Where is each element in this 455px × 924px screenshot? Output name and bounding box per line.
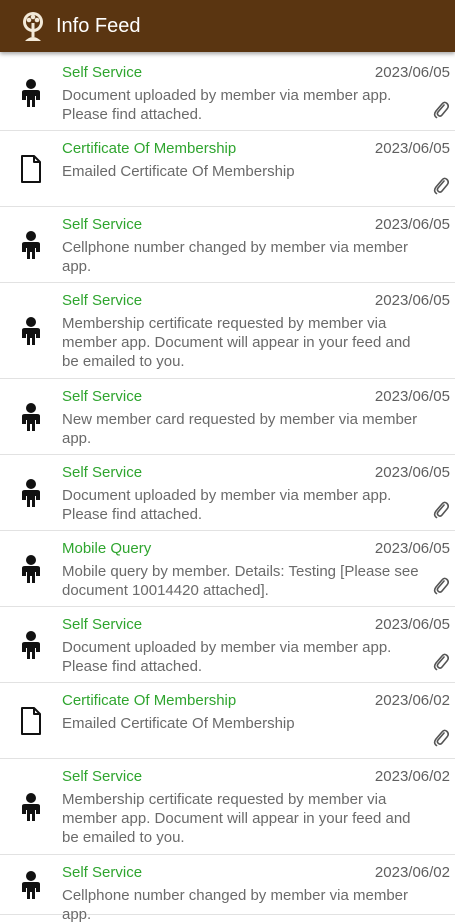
feed-item-title: Self Service [62, 388, 143, 405]
feed-item-title: Self Service [62, 464, 143, 481]
person-icon [18, 402, 44, 432]
feed-item-date: 2023/06/05 [374, 292, 450, 309]
feed-item-title: Self Service [62, 768, 143, 785]
feed-item-date: 2023/06/02 [374, 768, 450, 785]
feed-item-title: Self Service [62, 292, 143, 309]
feed-item-title: Self Service [62, 864, 143, 881]
page-title: Info Feed [56, 15, 141, 37]
feed-item-date: 2023/06/05 [374, 616, 450, 633]
feed-item-date: 2023/06/05 [374, 140, 450, 157]
person-icon [18, 316, 44, 346]
feed-item[interactable]: Self Service 2023/06/05 Cellphone number c… [0, 207, 455, 283]
feed-item-description: Document uploaded by member via member a… [62, 639, 392, 675]
feed-item-date: 2023/06/05 [374, 216, 450, 233]
person-icon [18, 630, 44, 660]
feed-item[interactable]: Mobile Query 2023/06/05 Mobile query by me… [0, 531, 455, 607]
feed-item[interactable]: Certificate Of Membership 2023/06/02 Email… [0, 683, 455, 759]
paperclip-icon[interactable] [433, 177, 450, 195]
feed-item-title: Self Service [62, 216, 143, 233]
feed-item-description: Membership certificate requested by memb… [62, 315, 411, 370]
feed-item-description: New member card requested by member via … [62, 411, 418, 447]
feed-item-title: Certificate Of Membership [62, 692, 237, 709]
feed-item-date: 2023/06/05 [374, 540, 450, 557]
person-icon [18, 870, 44, 900]
feed-item-date: 2023/06/05 [374, 388, 450, 405]
feed-item-description: Document uploaded by member via member a… [62, 487, 392, 523]
feed-item-title: Mobile Query [62, 540, 152, 557]
feed-item-date: 2023/06/05 [374, 464, 450, 481]
paperclip-icon[interactable] [433, 101, 450, 119]
feed-item-date: 2023/06/05 [374, 64, 450, 81]
feed-item[interactable]: Self Service 2023/06/05 New member card re… [0, 379, 455, 455]
tree-logo-icon[interactable] [20, 11, 46, 43]
info-feed-list: Self Service 2023/06/05 Document uploaded … [0, 55, 455, 923]
person-icon [18, 230, 44, 260]
feed-item[interactable]: Self Service 2023/06/05 Document uploaded … [0, 455, 455, 531]
feed-item[interactable]: Self Service 2023/06/05 Membership certifi… [0, 283, 455, 379]
feed-item-date: 2023/06/02 [374, 864, 450, 881]
feed-item-title: Self Service [62, 64, 143, 81]
person-icon [18, 78, 44, 108]
person-icon [18, 792, 44, 822]
person-icon [18, 478, 44, 508]
feed-item-description: Membership certificate requested by memb… [62, 791, 411, 846]
feed-item-title: Self Service [62, 616, 143, 633]
document-icon [18, 706, 44, 736]
feed-item[interactable]: Self Service 2023/06/02 Membership certifi… [0, 759, 455, 855]
paperclip-icon[interactable] [433, 653, 450, 671]
app-bar: Info Feed [0, 0, 455, 52]
paperclip-icon[interactable] [433, 729, 450, 747]
feed-item-description: Document uploaded by member via member a… [62, 87, 392, 123]
feed-item-description: Emailed Certificate Of Membership [62, 715, 295, 732]
paperclip-icon[interactable] [433, 501, 450, 519]
feed-item[interactable]: Self Service 2023/06/02 Cellphone number c… [0, 855, 455, 923]
feed-item-description: Cellphone number changed by member via m… [62, 887, 409, 923]
feed-item[interactable]: Certificate Of Membership 2023/06/05 Email… [0, 131, 455, 207]
feed-item[interactable]: Self Service 2023/06/05 Document uploaded … [0, 607, 455, 683]
feed-item[interactable]: Self Service 2023/06/05 Document uploaded … [0, 55, 455, 131]
feed-item-description: Mobile query by member. Details: Testing… [62, 563, 419, 599]
document-icon [18, 154, 44, 184]
person-icon [18, 554, 44, 584]
feed-item-date: 2023/06/02 [374, 692, 450, 709]
feed-item-description: Emailed Certificate Of Membership [62, 163, 295, 180]
paperclip-icon[interactable] [433, 577, 450, 595]
feed-item-title: Certificate Of Membership [62, 140, 237, 157]
feed-item-description: Cellphone number changed by member via m… [62, 239, 409, 275]
